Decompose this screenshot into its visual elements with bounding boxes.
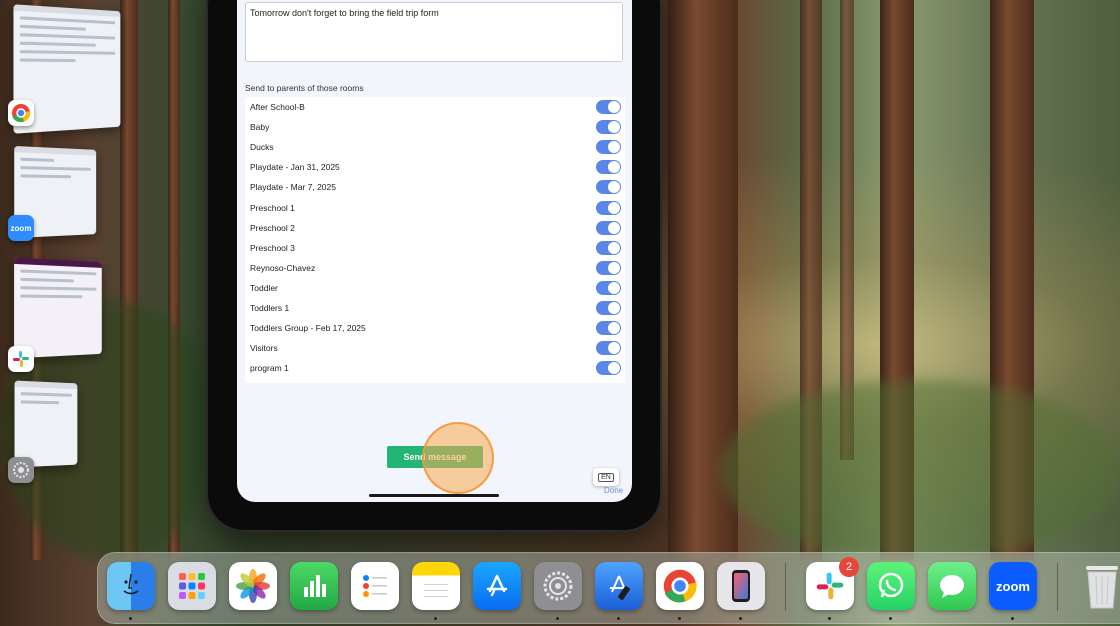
system-settings-icon[interactable] <box>8 457 34 483</box>
messages-icon[interactable] <box>928 562 976 610</box>
running-indicator <box>434 617 437 620</box>
running-indicator <box>739 617 742 620</box>
rooms-section-label: Send to parents of those rooms <box>245 83 364 93</box>
running-indicator <box>556 617 559 620</box>
room-toggle[interactable] <box>596 220 621 235</box>
running-indicator <box>1011 617 1014 620</box>
running-indicator <box>678 617 681 620</box>
room-toggle[interactable] <box>596 361 621 376</box>
room-label: Preschool 1 <box>250 202 295 213</box>
finder-icon[interactable] <box>107 562 155 610</box>
running-indicator <box>129 617 132 620</box>
app-store-icon[interactable] <box>473 562 521 610</box>
room-toggle[interactable] <box>596 280 621 295</box>
room-toggle[interactable] <box>596 240 621 255</box>
room-label: Playdate - Mar 7, 2025 <box>250 182 336 193</box>
numbers-icon[interactable] <box>290 562 338 610</box>
room-row: Preschool 3 <box>245 238 625 258</box>
room-row: Toddler <box>245 278 625 298</box>
zoom-icon[interactable]: zoom <box>8 215 34 241</box>
room-label: Toddlers Group - Feb 17, 2025 <box>250 323 366 334</box>
room-row: After School-B <box>245 97 625 117</box>
message-textarea[interactable]: Tomorrow don't forget to bring the field… <box>245 2 623 62</box>
room-label: Toddlers 1 <box>250 302 290 313</box>
dock: 2 zoom <box>97 552 1120 624</box>
stage-window-settings[interactable] <box>14 380 78 468</box>
system-settings-icon[interactable] <box>534 562 582 610</box>
running-indicator <box>617 617 620 620</box>
keyboard-language-label: EN <box>598 472 614 482</box>
room-label: Preschool 2 <box>250 222 295 233</box>
zoom-icon[interactable]: zoom <box>989 562 1037 610</box>
room-toggle[interactable] <box>596 160 621 175</box>
reminders-icon[interactable] <box>351 562 399 610</box>
tap-indicator <box>422 422 494 494</box>
chrome-icon[interactable] <box>656 562 704 610</box>
photos-icon[interactable] <box>229 562 277 610</box>
room-toggle[interactable] <box>596 341 621 356</box>
dock-separator <box>785 563 786 611</box>
room-label: Reynoso-Chavez <box>250 262 316 273</box>
slack-notification-badge: 2 <box>839 557 859 577</box>
room-toggle[interactable] <box>596 321 621 336</box>
keyboard-language-button[interactable]: EN <box>593 468 619 486</box>
room-label: Toddler <box>250 282 278 293</box>
room-toggle[interactable] <box>596 260 621 275</box>
room-row: Reynoso-Chavez <box>245 258 625 278</box>
room-row: program 1 <box>245 358 625 378</box>
xcode-icon[interactable] <box>595 562 643 610</box>
room-toggle[interactable] <box>596 120 621 135</box>
iphone-mirroring-icon[interactable] <box>717 562 765 610</box>
room-label: Ducks <box>250 142 274 153</box>
room-row: Baby <box>245 117 625 137</box>
room-row: Toddlers 1 <box>245 298 625 318</box>
running-indicator <box>889 617 892 620</box>
room-row: Playdate - Mar 7, 2025 <box>245 177 625 197</box>
dock-separator <box>1057 563 1058 611</box>
chrome-icon[interactable] <box>8 100 34 126</box>
home-indicator <box>369 494 499 497</box>
room-row: Preschool 2 <box>245 218 625 238</box>
room-label: Playdate - Jan 31, 2025 <box>250 162 340 173</box>
room-toggle[interactable] <box>596 100 621 115</box>
room-row: Preschool 1 <box>245 197 625 217</box>
launchpad-icon[interactable] <box>168 562 216 610</box>
room-label: Visitors <box>250 343 278 354</box>
room-label: program 1 <box>250 363 289 374</box>
slack-icon[interactable] <box>8 346 34 372</box>
room-row: Playdate - Jan 31, 2025 <box>245 157 625 177</box>
room-toggle[interactable] <box>596 140 621 155</box>
done-button[interactable]: Done <box>604 486 623 495</box>
app-screen: Tomorrow don't forget to bring the field… <box>237 0 632 502</box>
running-indicator <box>828 617 831 620</box>
whatsapp-icon[interactable] <box>867 562 915 610</box>
room-toggle[interactable] <box>596 200 621 215</box>
room-row: Ducks <box>245 137 625 157</box>
room-label: After School-B <box>250 102 305 113</box>
room-label: Preschool 3 <box>250 242 295 253</box>
stage-window-slack[interactable] <box>14 257 102 359</box>
rooms-list: After School-B Baby Ducks Playdate - Jan… <box>245 97 625 383</box>
room-row: Visitors <box>245 338 625 358</box>
notes-icon[interactable] <box>412 562 460 610</box>
room-toggle[interactable] <box>596 180 621 195</box>
room-label: Baby <box>250 122 270 133</box>
room-toggle[interactable] <box>596 300 621 315</box>
room-row: Toddlers Group - Feb 17, 2025 <box>245 318 625 338</box>
trash-icon[interactable] <box>1078 562 1120 610</box>
